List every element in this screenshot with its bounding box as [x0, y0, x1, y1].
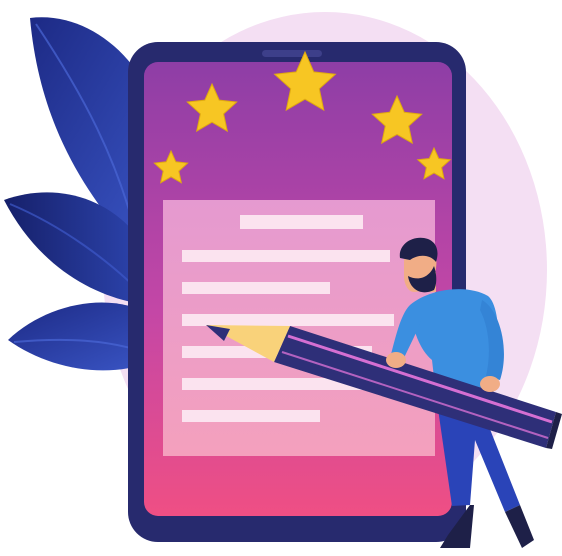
form-title-line: [240, 215, 363, 229]
form-text-line: [182, 282, 330, 294]
form-text-line: [182, 314, 394, 326]
review-illustration: [0, 0, 562, 556]
form-text-line: [182, 250, 390, 262]
form-text-line: [182, 410, 320, 422]
review-form: [163, 200, 435, 456]
